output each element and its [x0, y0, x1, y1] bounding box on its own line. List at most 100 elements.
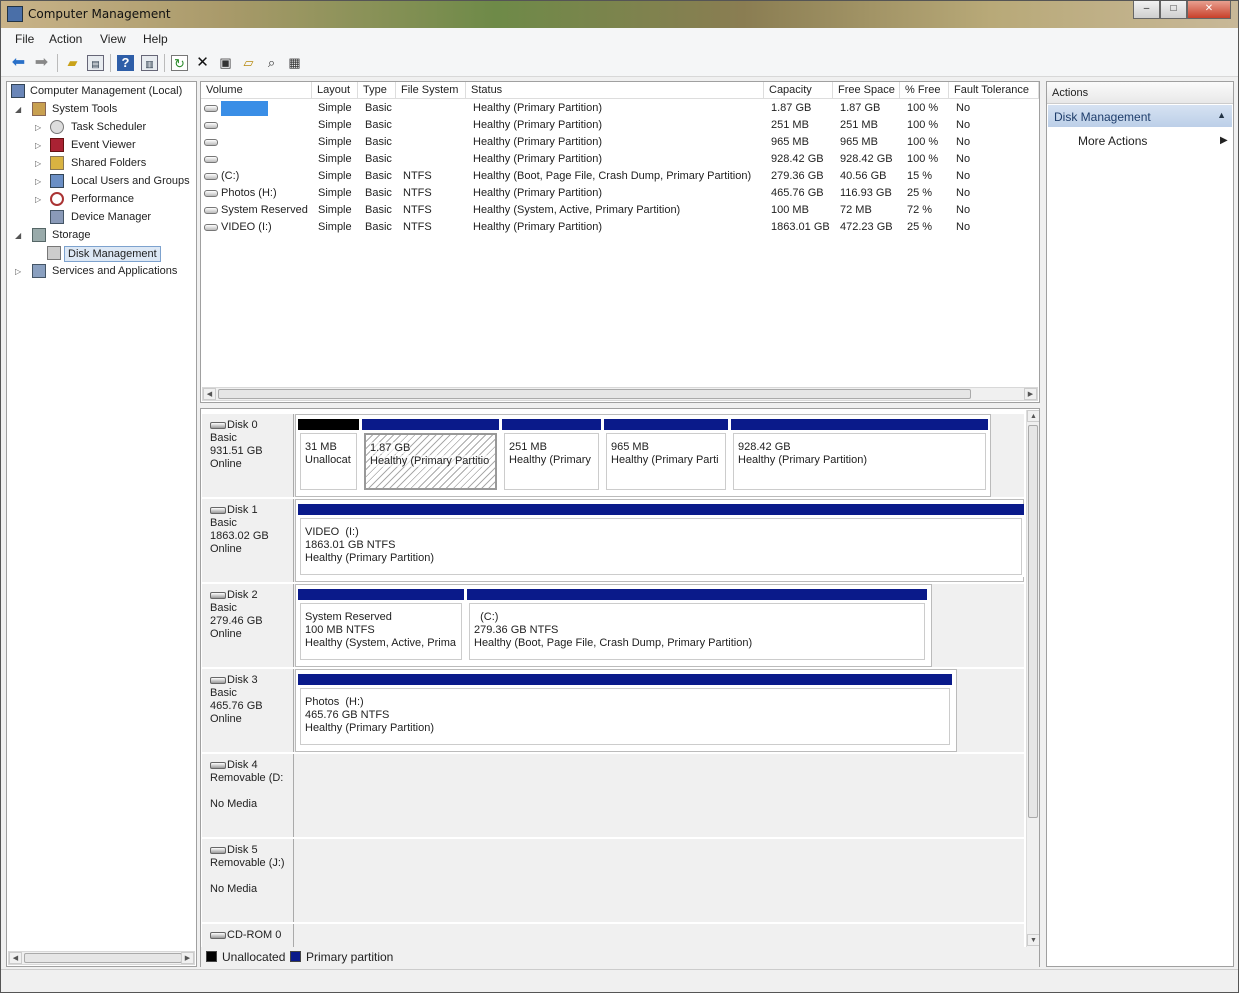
collapse-arrow-icon[interactable]: ◢ [15, 227, 21, 244]
settings-icon[interactable]: ▦ [286, 55, 303, 71]
table-row[interactable]: System Reserved Simple Basic NTFS Healthy (S… [201, 202, 1039, 219]
partition-info: Photos (H:) 465.76 GB NTFS Healthy (Primar… [300, 688, 950, 745]
users-icon [50, 174, 64, 188]
partition-l0: Photos (H:) [305, 696, 364, 708]
free-cell: 928.42 GB [840, 153, 893, 165]
expand-arrow-icon[interactable]: ▷ [35, 191, 41, 208]
scroll-right-icon[interactable]: ▶ [1024, 388, 1037, 400]
volume-cell: System Reserved [204, 202, 310, 219]
back-icon[interactable]: ⬅ [10, 55, 27, 71]
expand-arrow-icon[interactable]: ▷ [15, 263, 21, 280]
disk-label[interactable]: Disk 1 Basic 1863.02 GB Online [202, 499, 294, 582]
volume-list-horizontal-scrollbar[interactable]: ◀ ▶ [202, 387, 1038, 401]
help-icon[interactable]: ? [117, 55, 134, 71]
properties-icon[interactable]: ▥ [141, 55, 158, 71]
col-type[interactable]: Type [358, 82, 396, 99]
fs-cell: NTFS [403, 221, 432, 233]
table-row[interactable]: Simple Basic Healthy (Primary Partition) 96… [201, 134, 1039, 151]
partition-l1: 279.36 GB NTFS [474, 624, 559, 636]
menu-file[interactable]: File [15, 32, 34, 46]
export-icon[interactable]: ▣ [217, 55, 234, 71]
status-cell: Healthy (Primary Partition) [473, 102, 602, 114]
partition-info: 965 MB Healthy (Primary Parti [606, 433, 726, 490]
scroll-right-icon[interactable]: ▶ [181, 952, 194, 964]
refresh-icon[interactable]: ↻ [171, 55, 188, 71]
col-capacity[interactable]: Capacity [764, 82, 833, 99]
table-row[interactable]: Photos (H:) Simple Basic NTFS Healthy (Prima… [201, 185, 1039, 202]
col-percent-free[interactable]: % Free [900, 82, 949, 99]
pct-cell: 100 % [907, 102, 939, 114]
expand-arrow-icon[interactable]: ▷ [35, 173, 41, 190]
disk-map-vertical-scrollbar[interactable]: ▲ ▼ [1026, 410, 1039, 947]
partition[interactable]: 928.42 GB Healthy (Primary Partition) [731, 419, 988, 492]
col-volume[interactable]: Volume [201, 82, 312, 99]
minimize-button[interactable]: – [1133, 1, 1160, 19]
disk-label[interactable]: Disk 3 Basic 465.76 GB Online [202, 669, 294, 752]
table-row[interactable]: VIDEO (I:) Simple Basic NTFS Healthy (Primar… [201, 219, 1039, 236]
partition[interactable]: VIDEO (I:) 1863.01 GB NTFS Healthy (Primar… [298, 504, 1024, 577]
partition[interactable]: 1.87 GB Healthy (Primary Partitio [362, 419, 499, 492]
expand-arrow-icon[interactable]: ▷ [35, 155, 41, 172]
expand-arrow-icon[interactable]: ▷ [35, 119, 41, 136]
open-icon[interactable]: ▱ [240, 55, 257, 71]
partition[interactable]: (C:) 279.36 GB NTFS Healthy (Boot, Page Fi… [467, 589, 927, 662]
disk-row-background [294, 839, 1024, 922]
partition-l1: 1.87 GB [370, 442, 411, 454]
unallocated-partition[interactable]: 31 MB Unallocat [298, 419, 359, 492]
title-bar[interactable]: Computer Management – □ ✕ [1, 1, 1238, 28]
partition[interactable]: 251 MB Healthy (Primary [502, 419, 601, 492]
table-row[interactable]: (C:) Simple Basic NTFS Healthy (Boot, Page F… [201, 168, 1039, 185]
table-row[interactable]: Simple Basic Healthy (Primary Partition) 92… [201, 151, 1039, 168]
scrollbar-thumb[interactable] [24, 953, 182, 963]
partition-bar [298, 504, 1024, 515]
show-hide-tree-icon[interactable]: ▤ [87, 55, 104, 71]
partition-l1: 251 MB [509, 441, 547, 453]
menu-help[interactable]: Help [143, 32, 168, 46]
delete-icon[interactable]: ✕ [194, 55, 211, 71]
close-button[interactable]: ✕ [1187, 1, 1231, 19]
more-actions[interactable]: More Actions [1078, 134, 1147, 148]
scroll-left-icon[interactable]: ◀ [203, 388, 216, 400]
submenu-arrow-icon[interactable]: ▶ [1220, 135, 1228, 146]
tools-icon [32, 102, 46, 116]
table-row[interactable]: Simple Basic Healthy (Primary Partition) 1.… [201, 100, 1039, 117]
scroll-left-icon[interactable]: ◀ [9, 952, 22, 964]
forward-icon[interactable]: ➡ [33, 55, 50, 71]
menu-action[interactable]: Action [49, 32, 82, 46]
disk-label[interactable]: Disk 5 Removable (J:) No Media [202, 839, 294, 922]
scroll-up-icon[interactable]: ▲ [1027, 410, 1039, 422]
console-tree: Computer Management (Local) ◢ System Too… [6, 81, 197, 967]
partition[interactable]: Photos (H:) 465.76 GB NTFS Healthy (Primar… [298, 674, 952, 747]
partition[interactable]: System Reserved 100 MB NTFS Healthy (Syste… [298, 589, 464, 662]
layout-cell: Simple [318, 153, 352, 165]
maximize-button[interactable]: □ [1160, 1, 1187, 19]
col-layout[interactable]: Layout [312, 82, 358, 99]
performance-icon [50, 192, 64, 206]
actions-disk-management[interactable]: Disk Management ▲ [1048, 105, 1232, 127]
capacity-cell: 1863.01 GB [771, 221, 830, 233]
status-cell: Healthy (Primary Partition) [473, 187, 602, 199]
col-fault-tolerance[interactable]: Fault Tolerance [949, 82, 1039, 99]
expand-arrow-icon[interactable]: ▷ [35, 137, 41, 154]
fault-cell: No [956, 187, 971, 199]
scrollbar-thumb[interactable] [218, 389, 971, 399]
scroll-down-icon[interactable]: ▼ [1027, 934, 1039, 946]
up-folder-icon[interactable]: ▰ [64, 55, 81, 71]
partition[interactable]: 965 MB Healthy (Primary Parti [604, 419, 728, 492]
menu-view[interactable]: View [100, 32, 126, 46]
disk-label[interactable]: Disk 0 Basic 931.51 GB Online [202, 414, 294, 497]
collapse-arrow-icon[interactable]: ◢ [15, 101, 21, 118]
capacity-cell: 928.42 GB [771, 153, 824, 165]
disk-label[interactable]: Disk 4 Removable (D: No Media [202, 754, 294, 837]
col-file-system[interactable]: File System [396, 82, 466, 99]
status-cell: Healthy (Boot, Page File, Crash Dump, Pr… [473, 170, 752, 182]
disk-size [210, 870, 293, 883]
table-row[interactable]: Simple Basic Healthy (Primary Partition) 25… [201, 117, 1039, 134]
scrollbar-thumb[interactable] [1028, 425, 1038, 818]
col-free-space[interactable]: Free Space [833, 82, 900, 99]
tree-horizontal-scrollbar[interactable]: ◀ ▶ [8, 951, 195, 965]
col-status[interactable]: Status [466, 82, 764, 99]
search-icon[interactable]: ⌕ [263, 55, 280, 71]
disk-label[interactable]: Disk 2 Basic 279.46 GB Online [202, 584, 294, 667]
collapse-up-icon[interactable]: ▲ [1217, 110, 1226, 120]
